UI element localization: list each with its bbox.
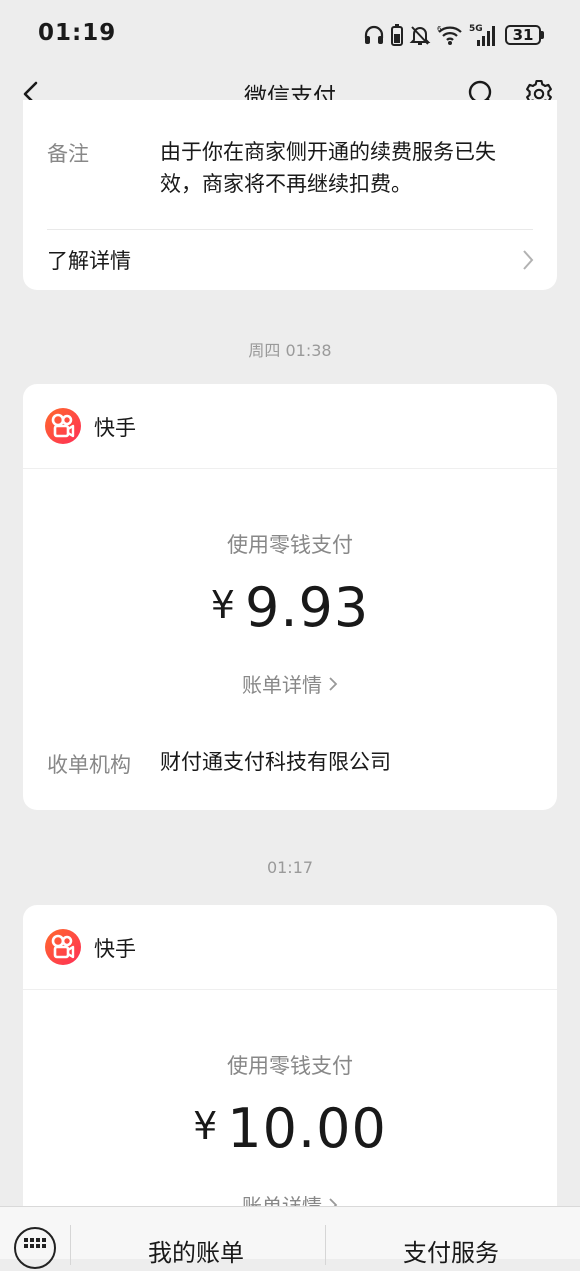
chevron-right-icon (523, 250, 534, 270)
payment-amount: ¥10.00 (23, 1097, 557, 1160)
kuaishou-logo-icon (45, 408, 81, 444)
divider (325, 1225, 326, 1265)
amount-value: 9.93 (244, 576, 370, 639)
message-timestamp: 周四 01:38 (248, 341, 332, 360)
chevron-right-icon (329, 677, 338, 691)
note-value: 由于你在商家侧开通的续费服务已失效，商家将不再继续扣费。 (160, 140, 496, 196)
payment-method: 使用零钱支付 (227, 1054, 353, 1078)
message-timestamp: 01:17 (266, 858, 314, 877)
merchant-header[interactable]: 快手 (23, 905, 557, 990)
network-label: 5G (469, 24, 483, 34)
merchant-name: 快手 (94, 416, 136, 440)
acquirer-label: 收单机构 (47, 753, 131, 777)
keyboard-icon[interactable] (14, 1227, 56, 1269)
bottom-menu-bar: 我的账单 支付服务 (0, 1206, 580, 1269)
note-label: 备注 (47, 142, 89, 166)
payment-amount: ¥9.93 (23, 576, 557, 639)
amount-value: 10.00 (227, 1097, 387, 1160)
svg-text:6: 6 (437, 25, 442, 33)
signal-5g-icon: 5G (469, 24, 495, 46)
battery-level: 31 (505, 25, 541, 45)
battery-saver-icon (391, 24, 403, 46)
status-icons: 6 5G 31 (363, 20, 544, 50)
currency-symbol: ¥ (193, 1104, 218, 1148)
menu-my-bills[interactable]: 我的账单 (148, 1233, 244, 1268)
currency-symbol: ¥ (210, 583, 235, 627)
bill-detail-link[interactable]: 账单详情 (23, 669, 557, 698)
payment-card[interactable]: 快手 使用零钱支付 ¥9.93 账单详情 收单机构 财付通支付科技有限公司 (23, 384, 557, 810)
wifi-icon: 6 (437, 25, 462, 45)
bill-detail-label: 账单详情 (242, 673, 322, 697)
divider (47, 229, 533, 230)
acquirer-value: 财付通支付科技有限公司 (160, 750, 391, 774)
kuaishou-logo-icon (45, 929, 81, 965)
battery-icon: 31 (505, 25, 544, 45)
headphones-icon (364, 25, 384, 44)
merchant-header[interactable]: 快手 (23, 384, 557, 469)
status-time: 01:19 (38, 20, 117, 46)
menu-payment-services[interactable]: 支付服务 (403, 1233, 499, 1268)
learn-more-link[interactable]: 了解详情 (47, 245, 131, 275)
mute-icon (409, 26, 431, 45)
merchant-name: 快手 (94, 937, 136, 961)
payment-method: 使用零钱支付 (227, 533, 353, 557)
divider (70, 1225, 71, 1265)
status-bar: 01:19 6 5G 31 (0, 0, 580, 70)
payment-card[interactable]: 快手 使用零钱支付 ¥10.00 账单详情 (23, 905, 557, 1235)
renewal-notice-card: 备注 由于你在商家侧开通的续费服务已失效，商家将不再继续扣费。 了解详情 (23, 100, 557, 290)
